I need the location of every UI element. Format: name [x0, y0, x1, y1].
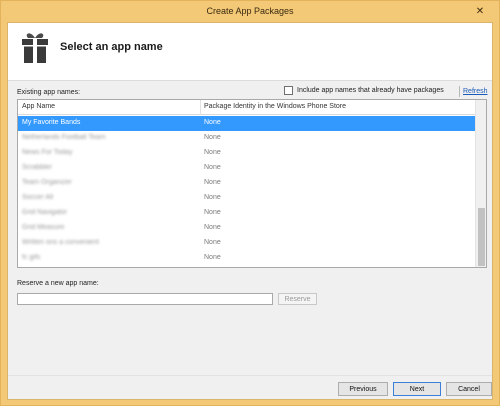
- column-header-package-identity[interactable]: Package Identity in the Windows Phone St…: [204, 103, 346, 110]
- list-row[interactable]: Scrabbler None: [18, 161, 475, 176]
- header-banner: Select an app name: [8, 23, 492, 81]
- include-packaged-option[interactable]: Include app names that already have pack…: [284, 86, 444, 95]
- existing-names-label: Existing app names:: [17, 89, 81, 96]
- row-app-name: Grid Measure: [22, 224, 65, 231]
- toolbar-divider: [459, 86, 460, 97]
- previous-button[interactable]: Previous: [338, 382, 388, 396]
- next-button[interactable]: Next: [393, 382, 441, 396]
- row-package-identity: None: [204, 254, 221, 261]
- row-app-name: News For Today: [22, 149, 73, 156]
- row-app-name: Soccer All: [22, 194, 54, 201]
- list-row[interactable]: fc gifs None: [18, 251, 475, 266]
- row-package-identity: None: [204, 164, 221, 171]
- footer-divider: [8, 375, 492, 376]
- column-header-app-name[interactable]: App Name: [22, 103, 55, 110]
- title-bar[interactable]: Create App Packages ✕: [1, 1, 499, 22]
- reserve-button[interactable]: Reserve: [278, 293, 317, 305]
- list-row[interactable]: Soccer All None: [18, 191, 475, 206]
- dialog-window: Create App Packages ✕ Select an app name…: [0, 0, 500, 406]
- include-packaged-label[interactable]: Include app names that already have pack…: [297, 87, 444, 94]
- row-app-name: Grid Navigator: [22, 209, 68, 216]
- reserve-name-label: Reserve a new app name:: [17, 280, 99, 287]
- row-app-name: Netherlands Football Team: [22, 134, 106, 141]
- window-title: Create App Packages: [206, 6, 294, 16]
- list-scrollbar[interactable]: [475, 100, 486, 267]
- row-package-identity: None: [204, 239, 221, 246]
- page-title: Select an app name: [60, 41, 163, 53]
- row-app-name: Team Organizer: [22, 179, 72, 186]
- row-app-name: Written ons a convenient: [22, 239, 99, 246]
- row-app-name: Scrabbler: [22, 164, 52, 171]
- row-package-identity: None: [204, 209, 221, 216]
- scrollbar-thumb[interactable]: [478, 208, 485, 266]
- app-names-list[interactable]: App Name Package Identity in the Windows…: [17, 99, 487, 268]
- list-header: App Name Package Identity in the Windows…: [18, 100, 475, 115]
- list-row[interactable]: My Favorite Bands None: [18, 116, 475, 131]
- row-package-identity: None: [204, 119, 221, 126]
- row-package-identity: None: [204, 194, 221, 201]
- row-package-identity: None: [204, 224, 221, 231]
- gift-package-icon: [22, 33, 48, 63]
- list-row[interactable]: Netherlands Football Team None: [18, 131, 475, 146]
- list-row[interactable]: Written ons a convenient None: [18, 236, 475, 251]
- refresh-link[interactable]: Refresh: [463, 88, 488, 95]
- list-row[interactable]: News For Today None: [18, 146, 475, 161]
- row-app-name: My Favorite Bands: [22, 119, 81, 126]
- list-row[interactable]: Grid Measure None: [18, 221, 475, 236]
- row-app-name: fc gifs: [22, 254, 41, 261]
- row-package-identity: None: [204, 134, 221, 141]
- list-row[interactable]: Team Organizer None: [18, 176, 475, 191]
- dialog-body: Select an app name Existing app names: I…: [7, 22, 493, 400]
- include-packaged-checkbox[interactable]: [284, 86, 293, 95]
- cancel-button[interactable]: Cancel: [446, 382, 492, 396]
- row-package-identity: None: [204, 149, 221, 156]
- reserve-name-input[interactable]: [17, 293, 273, 305]
- list-row[interactable]: Grid Navigator None: [18, 206, 475, 221]
- row-package-identity: None: [204, 179, 221, 186]
- close-icon[interactable]: ✕: [467, 4, 493, 18]
- column-divider[interactable]: [200, 100, 201, 115]
